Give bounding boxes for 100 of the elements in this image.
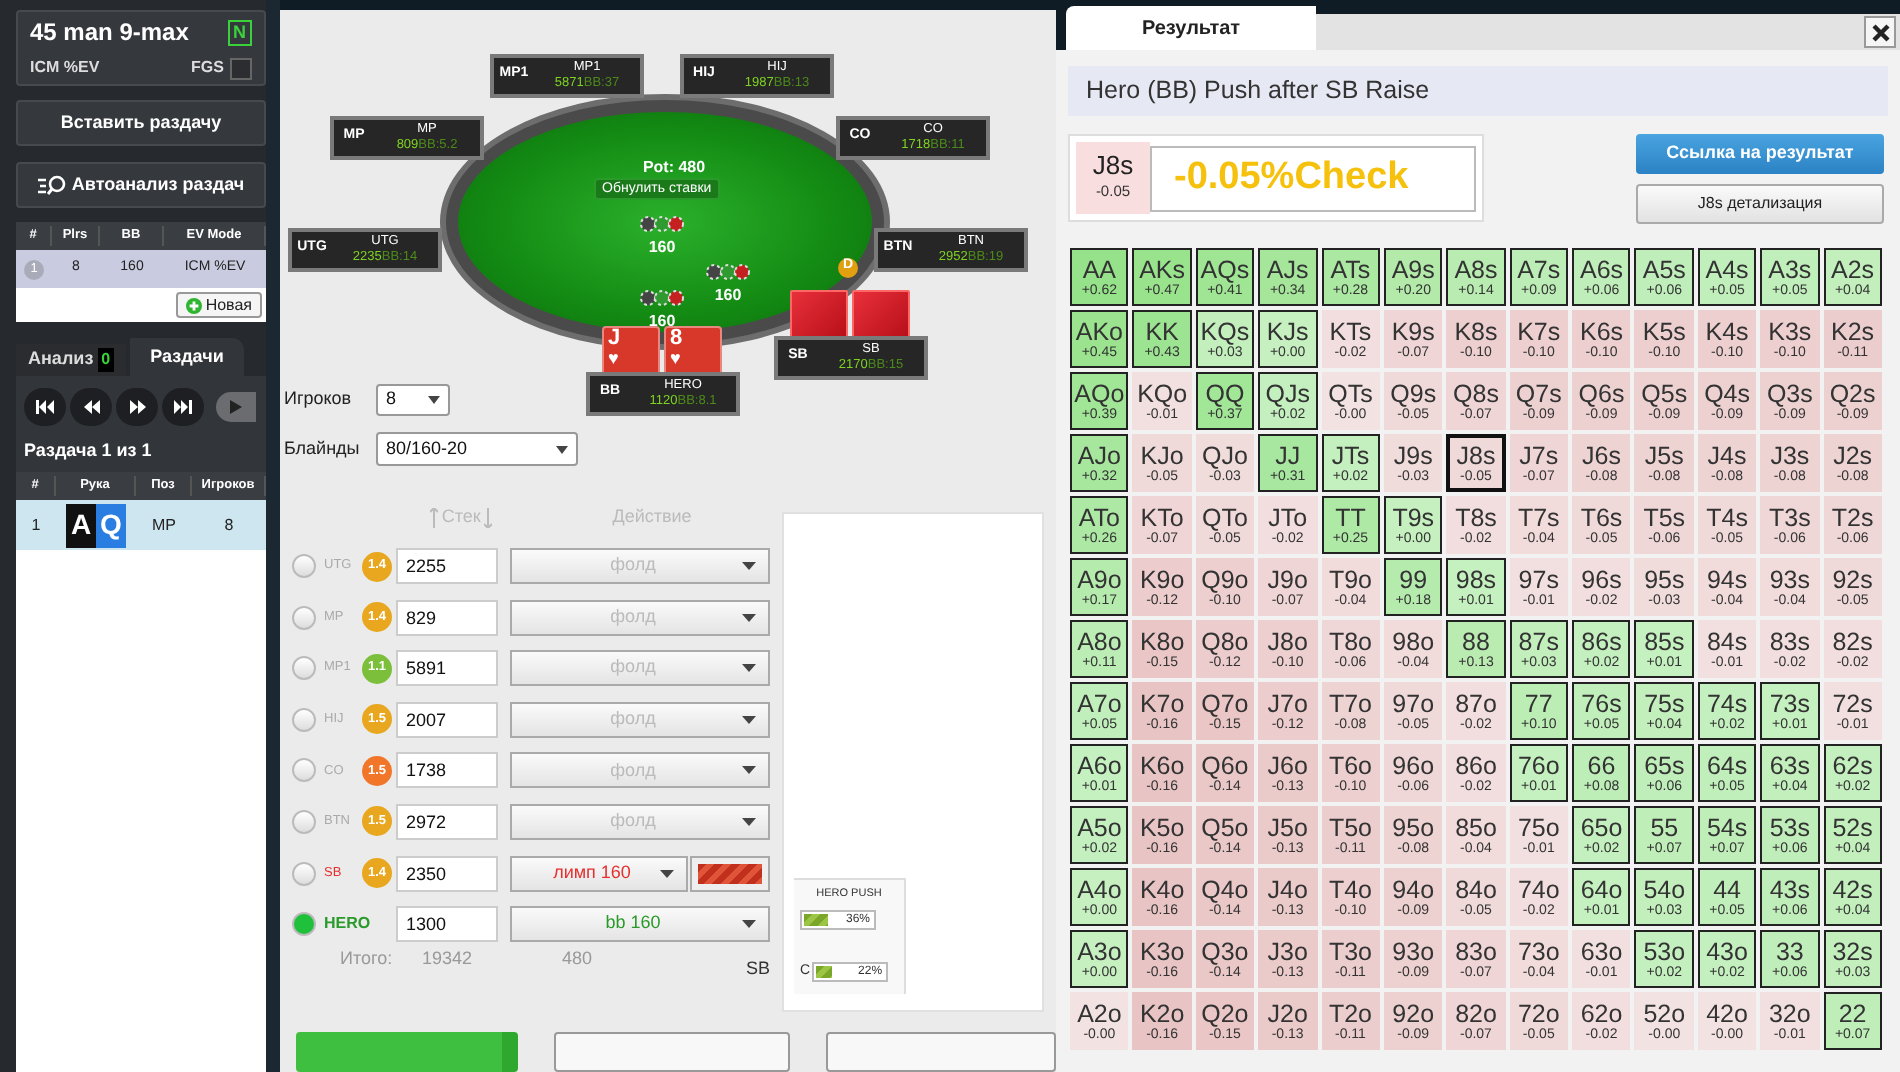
hand-label: A9s — [1391, 255, 1435, 283]
caret-icon — [742, 715, 756, 724]
caret-icon — [742, 920, 756, 929]
radio-button[interactable] — [292, 809, 316, 834]
action-select[interactable]: лимп 160 — [510, 855, 688, 892]
hand-label: J2o — [1267, 999, 1308, 1027]
result-tab[interactable]: Результат — [1066, 6, 1316, 50]
hand-label: AJs — [1266, 255, 1309, 283]
hand-counter: Раздача 1 из 1 — [22, 438, 154, 465]
skip-back-icon — [36, 399, 54, 414]
analyze-button[interactable] — [296, 1032, 519, 1072]
radio-button[interactable] — [292, 912, 316, 937]
stack-input[interactable]: 1300 — [396, 906, 498, 943]
hand-label: 42s — [1832, 875, 1873, 903]
verdict-text: -0.05%Check — [1174, 153, 1409, 202]
hand-label: K7o — [1139, 689, 1185, 717]
next-hand-button[interactable] — [116, 387, 158, 426]
hand-label: Q7s — [1515, 379, 1562, 407]
hand-label: Q9o — [1201, 565, 1249, 593]
previous-hand-button[interactable] — [70, 387, 112, 426]
fgs-checkbox[interactable] — [230, 57, 252, 79]
hand-label: KQs — [1200, 317, 1250, 345]
hand-label: TT — [1335, 503, 1366, 531]
fast-forward-icon — [129, 399, 145, 414]
autoanalysis-button[interactable]: Автоанализ раздач — [16, 162, 266, 209]
players-label: Игроков — [284, 386, 354, 413]
sidebar-tab[interactable]: Раздачи — [130, 338, 244, 377]
hand-label: KTo — [1140, 503, 1184, 531]
hand-label: K2o — [1139, 999, 1185, 1027]
hand-label: A8o — [1077, 627, 1122, 655]
details-button[interactable]: J8s детализация — [1636, 184, 1884, 224]
hand-label: J4s — [1707, 441, 1747, 469]
hand-label: KTs — [1329, 317, 1372, 345]
blinds-select[interactable]: 80/160-20 — [376, 432, 578, 466]
plus-icon — [185, 297, 202, 314]
hand-label: AQs — [1200, 255, 1250, 283]
radio-button[interactable] — [292, 554, 316, 578]
paste-hand-button[interactable]: Вставить раздачу — [16, 100, 266, 147]
hand-label: 32s — [1832, 937, 1873, 965]
hand-label: KJs — [1266, 317, 1309, 345]
hand-label: T7o — [1328, 689, 1372, 717]
hand-label: Q8o — [1201, 627, 1249, 655]
hand-label: T6o — [1328, 751, 1372, 779]
hand-label: A2o — [1077, 999, 1122, 1027]
hand-label: 55 — [1650, 813, 1679, 841]
sidebar-tab[interactable]: Анализ 0 — [16, 344, 127, 377]
new-analysis-button[interactable]: Новая — [175, 292, 262, 319]
hand-label: 63s — [1769, 751, 1810, 779]
hand-label: 65s — [1644, 751, 1685, 779]
hand-label: 85o — [1455, 813, 1497, 841]
radio-button[interactable] — [292, 707, 316, 732]
hand-label: T3o — [1328, 937, 1372, 965]
stack-input[interactable]: 1738 — [396, 752, 498, 789]
radio-button[interactable] — [292, 605, 316, 630]
hand-label: KJo — [1140, 441, 1184, 469]
hand-label: 95s — [1644, 565, 1685, 593]
card-suit: ♥ — [608, 347, 619, 368]
hand-label: T7s — [1517, 503, 1560, 531]
toolbar-button[interactable] — [554, 1032, 791, 1072]
toolbar-button[interactable] — [826, 1032, 1056, 1072]
stack-input[interactable]: 2350 — [396, 855, 498, 892]
first-hand-button[interactable] — [24, 387, 66, 426]
hand-row[interactable]: 1 A Q MP 8 — [16, 500, 266, 551]
hand-label: K9o — [1139, 565, 1185, 593]
hand-label: 97s — [1518, 565, 1559, 593]
play-button[interactable] — [216, 391, 256, 422]
hand-label: 86s — [1581, 627, 1622, 655]
radio-button[interactable] — [292, 656, 316, 681]
hand-label: T9o — [1328, 565, 1372, 593]
caret-icon — [660, 869, 674, 878]
up-arrow-icon — [429, 508, 438, 528]
stack-input[interactable]: 2972 — [396, 803, 498, 840]
card: Q — [96, 503, 126, 548]
play-icon — [230, 399, 242, 414]
stack-input[interactable]: 829 — [396, 599, 498, 636]
players-select[interactable]: 8 — [376, 384, 450, 416]
hand-label: K6s — [1579, 317, 1624, 345]
close-button[interactable] — [1864, 16, 1896, 48]
caret-icon — [742, 664, 756, 673]
hand-label: K8o — [1139, 627, 1185, 655]
hand-label: 53s — [1769, 813, 1810, 841]
hand-label: Q6o — [1201, 751, 1249, 779]
caret-icon — [556, 445, 568, 453]
hand-label: 74o — [1517, 875, 1560, 903]
hand-label: 87o — [1455, 689, 1497, 717]
hand-label: A3o — [1077, 937, 1122, 965]
hand-label: 75s — [1644, 689, 1685, 717]
hand-label: Q5o — [1201, 813, 1249, 841]
hand-label: Q3s — [1766, 379, 1813, 407]
stack-input[interactable]: 2007 — [396, 701, 498, 738]
radio-button[interactable] — [292, 861, 316, 886]
hand-label: J9o — [1267, 565, 1308, 593]
hand-label: 76o — [1517, 751, 1560, 779]
radio-button[interactable] — [292, 758, 316, 783]
count-badge: 0 — [97, 348, 115, 373]
stack-input[interactable]: 2255 — [396, 548, 498, 584]
stack-input[interactable]: 5891 — [396, 650, 498, 687]
last-hand-button[interactable] — [162, 387, 204, 426]
hand-label: QJs — [1265, 379, 1310, 407]
card: A — [66, 503, 96, 548]
